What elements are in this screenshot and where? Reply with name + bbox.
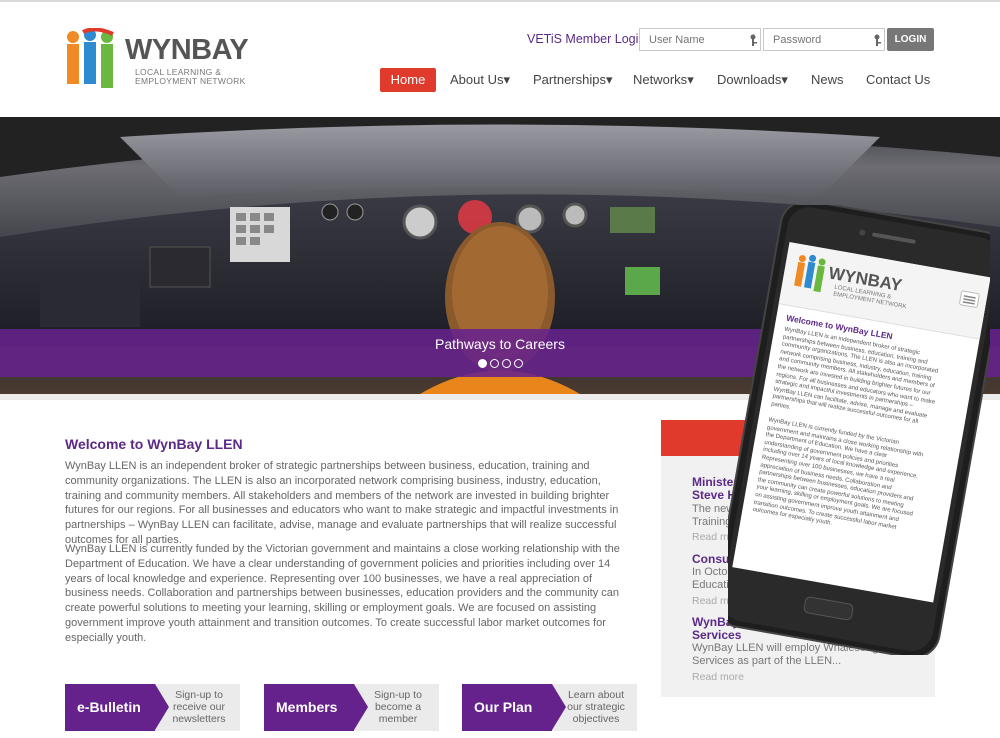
- nav-partnerships-label: Partnerships: [533, 72, 606, 87]
- nav-contact-us[interactable]: Contact Us: [866, 68, 930, 92]
- nav-home[interactable]: Home: [380, 68, 436, 92]
- login-button[interactable]: LOGIN: [887, 28, 934, 51]
- logo-tagline: LOCAL LEARNING & EMPLOYMENT NETWORK: [135, 68, 246, 86]
- username-input[interactable]: [639, 28, 761, 51]
- nav-about-us[interactable]: About Us▾: [450, 68, 510, 92]
- cta-members-text: Sign-up to become a member: [374, 689, 422, 725]
- key-icon: [874, 34, 881, 46]
- cta-members[interactable]: Members Sign-up to become a member: [264, 684, 439, 731]
- key-icon: [750, 34, 757, 46]
- nav-networks[interactable]: Networks▾: [633, 68, 694, 92]
- logo-wordmark: WYNBAY: [125, 34, 249, 66]
- cta-ebulletin[interactable]: e-Bulletin Sign-up to receive our newsle…: [65, 684, 240, 731]
- welcome-paragraph-2: WynBay LLEN is currently funded by the V…: [65, 543, 620, 644]
- cta-ebulletin-label: e-Bulletin: [65, 684, 155, 731]
- nav-networks-label: Networks: [633, 72, 688, 87]
- cta-members-label: Members: [264, 684, 354, 731]
- cta-ebulletin-text: Sign-up to receive our newsletters: [172, 689, 226, 725]
- nav-about-us-label: About Us: [450, 72, 504, 87]
- hamburger-menu-icon[interactable]: [962, 287, 982, 304]
- nav-partnerships[interactable]: Partnerships▾: [533, 68, 613, 92]
- nav-downloads[interactable]: Downloads▾: [717, 68, 788, 92]
- member-login-link[interactable]: VETiS Member Login: [527, 32, 645, 46]
- wynbay-logo[interactable]: WYNBAY LOCAL LEARNING & EMPLOYMENT NETWO…: [65, 27, 250, 90]
- slide-dot-4[interactable]: [514, 359, 523, 368]
- logo-tagline-line2: EMPLOYMENT NETWORK: [135, 76, 246, 86]
- password-input[interactable]: [763, 28, 885, 51]
- caret-down-icon: ▾: [503, 72, 511, 87]
- caret-down-icon: ▾: [687, 72, 694, 87]
- nav-downloads-label: Downloads: [717, 72, 782, 87]
- welcome-paragraph-1: WynBay LLEN is an independent broker of …: [65, 460, 619, 546]
- phone-mockup: WYNBAY LOCAL LEARNING & EMPLOYMENT NETWOR…: [713, 199, 1000, 659]
- caret-down-icon: ▾: [781, 72, 788, 87]
- cta-our-plan[interactable]: Our Plan Learn about our strategic objec…: [462, 684, 637, 731]
- phone-paragraph-2: WynBay LLEN is currently funded by the V…: [752, 417, 956, 547]
- slide-dot-1[interactable]: [478, 359, 487, 368]
- welcome-heading: Welcome to WynBay LLEN: [65, 436, 243, 452]
- logo-figures-icon: [67, 27, 114, 88]
- top-border: [0, 0, 1000, 2]
- nav-news[interactable]: News: [811, 68, 844, 92]
- cta-our-plan-text: Learn about our strategic objectives: [567, 689, 625, 725]
- slide-dot-2[interactable]: [490, 359, 499, 368]
- slide-dot-3[interactable]: [502, 359, 511, 368]
- cta-our-plan-label: Our Plan: [462, 684, 552, 731]
- news-item-3-read-more[interactable]: Read more: [692, 671, 744, 683]
- caret-down-icon: ▾: [605, 72, 613, 87]
